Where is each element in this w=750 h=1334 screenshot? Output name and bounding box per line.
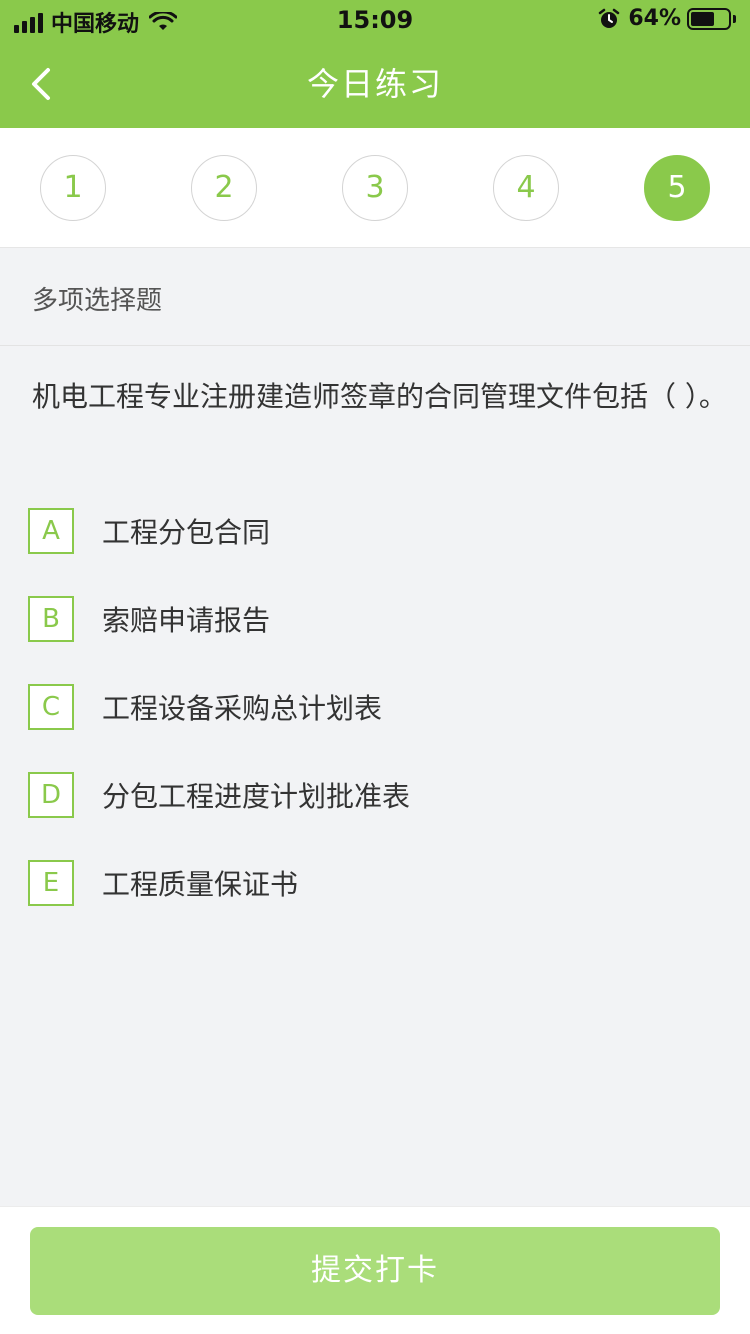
option-text-a[interactable]: 工程分包合同	[102, 511, 270, 551]
nav-bar: 今日练习	[0, 40, 750, 128]
option-text-b[interactable]: 索赔申请报告	[102, 599, 270, 639]
question-stem: 机电工程专业注册建造师签章的合同管理文件包括（ ）。	[32, 380, 727, 413]
battery-percent: 64%	[628, 6, 681, 31]
option-key-b[interactable]: B	[28, 596, 74, 642]
option-a[interactable]: A 工程分包合同	[28, 507, 728, 555]
submit-checkin-button[interactable]: 提交打卡	[30, 1227, 720, 1315]
option-b[interactable]: B 索赔申请报告	[28, 595, 728, 643]
top-header: 中国移动 15:09 64% 今日练习	[0, 0, 750, 128]
question-number-2[interactable]: 2	[191, 155, 257, 221]
option-key-c[interactable]: C	[28, 684, 74, 730]
question-number-3[interactable]: 3	[342, 155, 408, 221]
option-c[interactable]: C 工程设备采购总计划表	[28, 683, 728, 731]
option-d[interactable]: D 分包工程进度计划批准表	[28, 771, 728, 819]
status-right: 64%	[598, 6, 736, 31]
option-text-e[interactable]: 工程质量保证书	[102, 863, 298, 903]
option-text-d[interactable]: 分包工程进度计划批准表	[102, 775, 410, 815]
question-number-1[interactable]: 1	[40, 155, 106, 221]
question-number-4[interactable]: 4	[493, 155, 559, 221]
option-text-c[interactable]: 工程设备采购总计划表	[102, 687, 382, 727]
page-title: 今日练习	[306, 65, 443, 103]
bottom-bar: 提交打卡	[0, 1206, 750, 1334]
option-e[interactable]: E 工程质量保证书	[28, 859, 728, 907]
battery-icon	[687, 7, 736, 30]
option-key-e[interactable]: E	[28, 860, 74, 906]
practice-page: 中国移动 15:09 64% 今日练习 1 2 3 4 5 多项选择题 机电工程…	[0, 0, 750, 1334]
question-number-bar: 1 2 3 4 5	[0, 128, 750, 248]
option-key-a[interactable]: A	[28, 508, 74, 554]
alarm-icon	[599, 8, 620, 28]
question-type-label: 多项选择题	[0, 256, 750, 346]
question-number-5[interactable]: 5	[644, 155, 710, 221]
option-key-d[interactable]: D	[28, 772, 74, 818]
status-bar: 中国移动 15:09 64%	[0, 0, 750, 40]
